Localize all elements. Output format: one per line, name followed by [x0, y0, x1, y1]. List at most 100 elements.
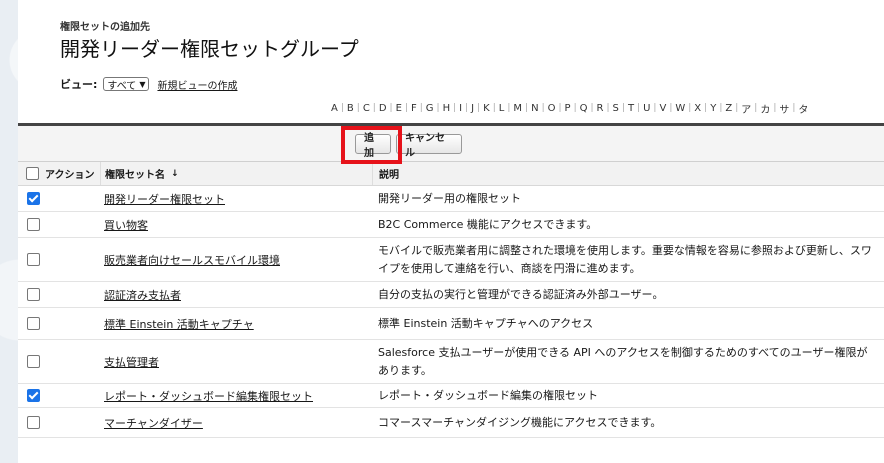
alphabet-letter[interactable]: T — [625, 103, 637, 114]
row-name-cell: 販売業者向けセールスモバイル環境 — [100, 238, 372, 281]
add-button[interactable]: 追加 — [355, 133, 391, 159]
alphabet-filter: A | B | C | D | E | F | G | H | I | J | K | L | M | N | O | P | Q | R | S | T |… — [328, 100, 811, 116]
permission-set-link[interactable]: 認証済み支払者 — [104, 287, 181, 303]
table-body: 開発リーダー権限セット 開発リーダー用の権限セット買い物客 B2C Commerce… — [18, 186, 884, 438]
row-description: B2C Commerce 機能にアクセスできます。 — [378, 217, 598, 231]
header-action: アクション — [18, 166, 100, 181]
row-checkbox[interactable] — [27, 317, 40, 330]
table-row: レポート・ダッシュボード編集権限セット レポート・ダッシュボード編集の権限セット — [18, 384, 884, 408]
alphabet-letter[interactable]: N — [528, 103, 541, 114]
alphabet-letter[interactable]: O — [545, 103, 559, 114]
permission-set-link[interactable]: マーチャンダイザー — [104, 415, 203, 431]
row-action-cell — [18, 416, 100, 429]
row-action-cell — [18, 288, 100, 301]
row-name-cell: レポート・ダッシュボード編集権限セット — [100, 384, 372, 407]
row-description: モバイルで販売業者用に調整された環境を使用します。重要な情報を容易に参照および更… — [378, 243, 872, 275]
cancel-button[interactable]: キャンセル — [396, 133, 462, 159]
permission-set-link[interactable]: 支払管理者 — [104, 354, 159, 370]
alphabet-letter[interactable]: F — [408, 103, 420, 114]
page-subtitle: 権限セットの追加先 — [60, 22, 150, 33]
row-name-cell: 買い物客 — [100, 212, 372, 237]
row-name-cell: 開発リーダー権限セット — [100, 186, 372, 211]
alphabet-letter[interactable]: R — [594, 103, 607, 114]
row-checkbox[interactable] — [27, 192, 40, 205]
alphabet-letter[interactable]: L — [496, 103, 508, 114]
permission-set-link[interactable]: 標準 Einstein 活動キャプチャ — [104, 316, 254, 332]
alphabet-letter[interactable]: A — [328, 103, 341, 114]
alphabet-letter[interactable]: K — [480, 103, 493, 114]
row-action-cell — [18, 317, 100, 330]
header-description: 説明 — [372, 162, 884, 185]
row-description: 自分の支払の実行と管理ができる認証済み外部ユーザー。 — [378, 287, 664, 301]
view-select[interactable]: すべて ▼ — [103, 77, 150, 92]
row-action-cell — [18, 389, 100, 402]
row-action-cell — [18, 355, 100, 368]
table-row: 開発リーダー権限セット 開発リーダー用の権限セット — [18, 186, 884, 212]
row-name-cell: 標準 Einstein 活動キャプチャ — [100, 308, 372, 339]
permission-set-table: 追加 キャンセル アクション 権限セット名 ↓ 説明 開発リーダー権限セット 開発… — [18, 123, 884, 438]
row-action-cell — [18, 218, 100, 231]
row-description: コマースマーチャンダイジング機能にアクセスできます。 — [378, 415, 662, 429]
alphabet-letter[interactable]: カ — [757, 101, 773, 116]
table-row: 販売業者向けセールスモバイル環境 モバイルで販売業者用に調整された環境を使用します… — [18, 238, 884, 282]
alphabet-letter[interactable]: P — [562, 103, 574, 114]
alphabet-letter[interactable]: B — [344, 103, 357, 114]
row-description: レポート・ダッシュボード編集の権限セット — [378, 388, 598, 402]
alphabet-letter[interactable]: W — [672, 103, 688, 114]
main-panel: 権限セットの追加先 開発リーダー権限セットグループ ビュー: すべて ▼ 新規ビ… — [18, 0, 884, 463]
permission-set-link[interactable]: 買い物客 — [104, 217, 148, 233]
table-row: マーチャンダイザー コマースマーチャンダイジング機能にアクセスできます。 — [18, 408, 884, 438]
row-action-cell — [18, 253, 100, 266]
row-description: 標準 Einstein 活動キャプチャへのアクセス — [378, 316, 594, 330]
alphabet-letter[interactable]: J — [468, 103, 477, 114]
table-row: 支払管理者 Salesforce 支払ユーザーが使用できる API へのアクセスを… — [18, 340, 884, 384]
row-action-cell — [18, 192, 100, 205]
table-row: 買い物客 B2C Commerce 機能にアクセスできます。 — [18, 212, 884, 238]
chevron-down-icon: ▼ — [139, 79, 146, 89]
row-checkbox[interactable] — [27, 416, 40, 429]
view-selector-row: ビュー: すべて ▼ 新規ビューの作成 — [60, 76, 237, 92]
alphabet-letter[interactable]: X — [691, 103, 704, 114]
select-all-checkbox[interactable] — [26, 167, 39, 180]
alphabet-letter[interactable]: I — [456, 103, 465, 114]
page-title: 開発リーダー権限セットグループ — [60, 37, 359, 61]
permission-set-link[interactable]: 開発リーダー権限セット — [104, 191, 225, 207]
row-name-cell: マーチャンダイザー — [100, 408, 372, 437]
table-header: アクション 権限セット名 ↓ 説明 — [18, 162, 884, 186]
header-name-label: 権限セット名 — [105, 170, 165, 181]
alphabet-letter[interactable]: タ — [795, 101, 811, 116]
view-label: ビュー: — [60, 78, 98, 91]
header-action-label: アクション — [45, 170, 95, 181]
row-checkbox[interactable] — [27, 355, 40, 368]
alphabet-letter[interactable]: U — [640, 103, 653, 114]
button-bar: 追加 キャンセル — [18, 126, 884, 164]
sort-arrow-icon: ↓ — [171, 168, 179, 179]
permission-set-link[interactable]: レポート・ダッシュボード編集権限セット — [104, 388, 313, 404]
alphabet-letter[interactable]: D — [376, 103, 390, 114]
row-description: 開発リーダー用の権限セット — [378, 191, 521, 205]
alphabet-letter[interactable]: C — [360, 103, 373, 114]
alphabet-letter[interactable]: S — [610, 103, 622, 114]
alphabet-letter[interactable]: Z — [722, 103, 735, 114]
row-checkbox[interactable] — [27, 218, 40, 231]
row-checkbox[interactable] — [27, 389, 40, 402]
alphabet-letter[interactable]: G — [423, 103, 437, 114]
alphabet-letter[interactable]: ア — [738, 101, 754, 116]
alphabet-letter[interactable]: E — [393, 103, 405, 114]
table-row: 標準 Einstein 活動キャプチャ 標準 Einstein 活動キャプチャへの… — [18, 308, 884, 340]
view-select-value: すべて — [107, 80, 137, 92]
alphabet-letter[interactable]: H — [440, 103, 454, 114]
row-checkbox[interactable] — [27, 288, 40, 301]
alphabet-letter[interactable]: V — [656, 103, 669, 114]
header-name[interactable]: 権限セット名 ↓ — [100, 162, 372, 185]
alphabet-letter[interactable]: Q — [577, 103, 591, 114]
new-view-link[interactable]: 新規ビューの作成 — [157, 77, 237, 92]
alphabet-letter[interactable]: M — [510, 103, 525, 114]
alphabet-letter[interactable]: サ — [776, 101, 792, 116]
alphabet-letter[interactable]: Y — [707, 103, 719, 114]
row-description: Salesforce 支払ユーザーが使用できる API へのアクセスを制御するた… — [378, 345, 868, 377]
row-checkbox[interactable] — [27, 253, 40, 266]
permission-set-link[interactable]: 販売業者向けセールスモバイル環境 — [104, 252, 280, 268]
table-row: 認証済み支払者 自分の支払の実行と管理ができる認証済み外部ユーザー。 — [18, 282, 884, 308]
header-description-label: 説明 — [379, 170, 399, 181]
